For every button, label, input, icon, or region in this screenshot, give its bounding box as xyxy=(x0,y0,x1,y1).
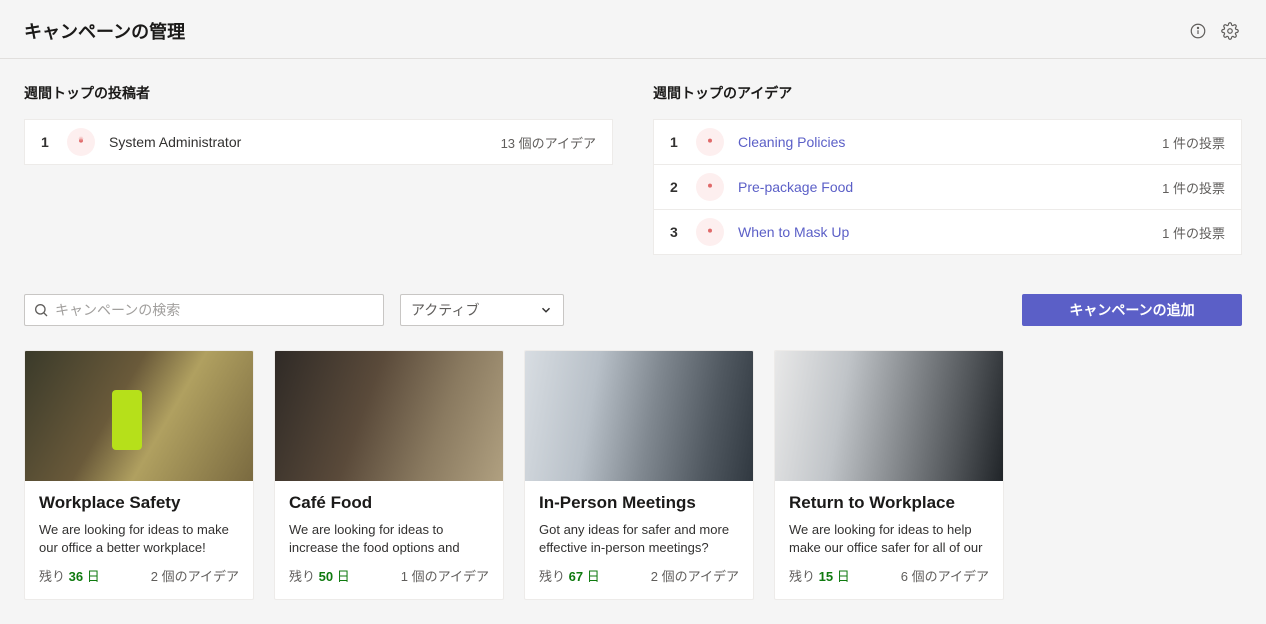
idea-link[interactable]: When to Mask Up xyxy=(738,224,1162,240)
search-input-wrapper[interactable] xyxy=(24,294,384,326)
avatar xyxy=(696,173,724,201)
campaign-card[interactable]: In-Person Meetings Got any ideas for saf… xyxy=(524,350,754,600)
card-title: Workplace Safety xyxy=(39,493,239,513)
card-image xyxy=(525,351,753,481)
idea-stat: 1 件の投票 xyxy=(1162,133,1225,152)
gear-icon[interactable] xyxy=(1218,19,1242,43)
card-remaining: 残り 15 日 xyxy=(789,566,850,585)
card-ideas-count: 6 個のアイデア xyxy=(901,566,989,585)
card-title: Return to Workplace xyxy=(789,493,989,513)
card-title: In-Person Meetings xyxy=(539,493,739,513)
card-remaining: 残り 36 日 xyxy=(39,566,100,585)
card-ideas-count: 1 個のアイデア xyxy=(401,566,489,585)
avatar xyxy=(696,128,724,156)
campaign-card[interactable]: Workplace Safety We are looking for idea… xyxy=(24,350,254,600)
contributor-row[interactable]: 1 System Administrator 13 個のアイデア xyxy=(24,119,613,165)
card-desc: We are looking for ideas to increase the… xyxy=(289,521,489,556)
contributors-title: 週間トップの投稿者 xyxy=(24,83,613,103)
avatar xyxy=(696,218,724,246)
rank: 1 xyxy=(41,134,61,150)
add-campaign-button[interactable]: キャンペーンの追加 xyxy=(1022,294,1242,326)
contributor-stat: 13 個のアイデア xyxy=(501,133,596,152)
card-remaining: 残り 67 日 xyxy=(539,566,600,585)
card-desc: Got any ideas for safer and more effecti… xyxy=(539,521,739,556)
card-ideas-count: 2 個のアイデア xyxy=(151,566,239,585)
search-input[interactable] xyxy=(49,302,375,318)
search-icon xyxy=(33,302,49,318)
idea-stat: 1 件の投票 xyxy=(1162,223,1225,242)
info-icon[interactable] xyxy=(1186,19,1210,43)
card-desc: We are looking for ideas to make our off… xyxy=(39,521,239,556)
top-contributors-panel: 週間トップの投稿者 1 System Administrator 13 個のアイ… xyxy=(24,83,613,254)
idea-row[interactable]: 1 Cleaning Policies 1 件の投票 xyxy=(653,119,1242,165)
idea-stat: 1 件の投票 xyxy=(1162,178,1225,197)
filter-dropdown[interactable]: アクティブ xyxy=(400,294,564,326)
top-ideas-panel: 週間トップのアイデア 1 Cleaning Policies 1 件の投票 2 … xyxy=(653,83,1242,254)
card-remaining: 残り 50 日 xyxy=(289,566,350,585)
avatar xyxy=(67,128,95,156)
idea-link[interactable]: Pre-package Food xyxy=(738,179,1162,195)
idea-link[interactable]: Cleaning Policies xyxy=(738,134,1162,150)
card-title: Café Food xyxy=(289,493,489,513)
idea-row[interactable]: 2 Pre-package Food 1 件の投票 xyxy=(653,164,1242,210)
contributor-name: System Administrator xyxy=(109,134,501,150)
ideas-title: 週間トップのアイデア xyxy=(653,83,1242,103)
page-title: キャンペーンの管理 xyxy=(24,18,1178,44)
campaign-card[interactable]: Return to Workplace We are looking for i… xyxy=(774,350,1004,600)
rank: 2 xyxy=(670,179,690,195)
rank: 1 xyxy=(670,134,690,150)
card-ideas-count: 2 個のアイデア xyxy=(651,566,739,585)
rank: 3 xyxy=(670,224,690,240)
card-desc: We are looking for ideas to help make ou… xyxy=(789,521,989,556)
chevron-down-icon xyxy=(539,303,553,317)
idea-row[interactable]: 3 When to Mask Up 1 件の投票 xyxy=(653,209,1242,255)
filter-label: アクティブ xyxy=(411,300,479,320)
card-image xyxy=(275,351,503,481)
campaign-card[interactable]: Café Food We are looking for ideas to in… xyxy=(274,350,504,600)
card-image xyxy=(775,351,1003,481)
card-image xyxy=(25,351,253,481)
